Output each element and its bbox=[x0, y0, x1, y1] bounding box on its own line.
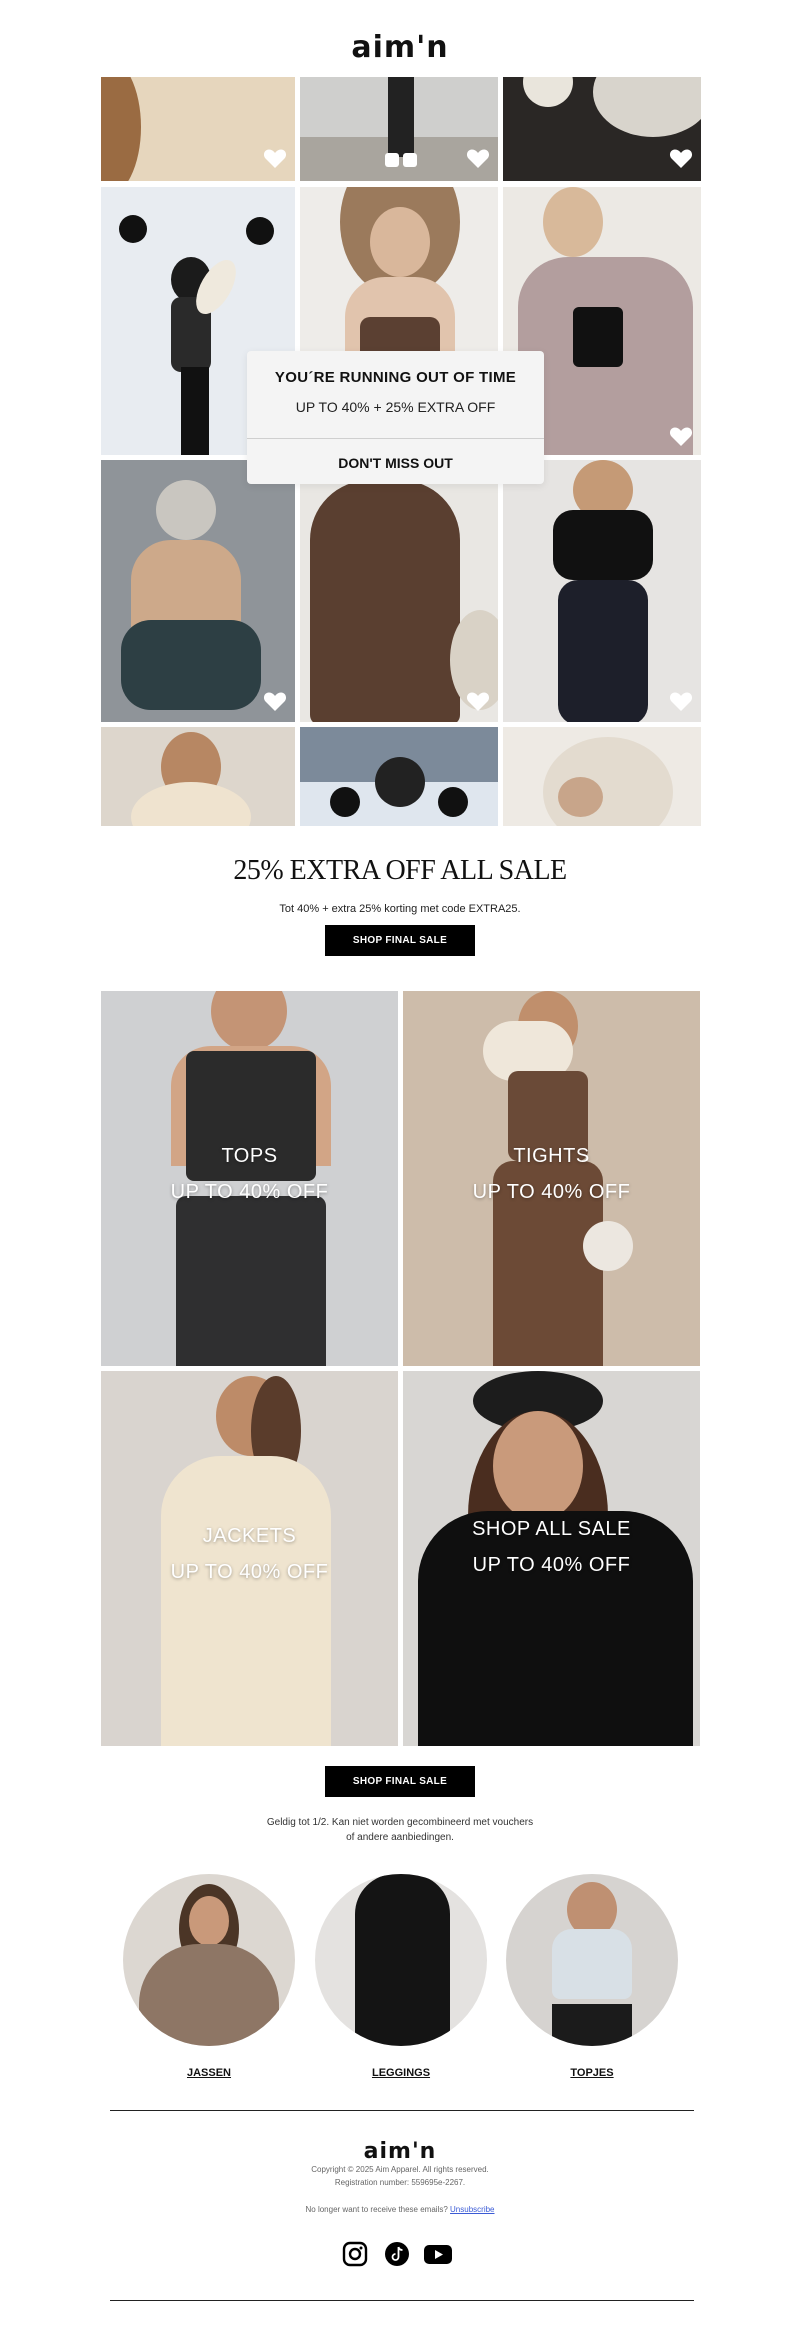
category-title: TIGHTS bbox=[513, 1145, 590, 1167]
footer-divider-bottom bbox=[110, 2300, 694, 2301]
shop-final-sale-button[interactable]: SHOP FINAL SALE bbox=[325, 925, 475, 956]
registration-text: Registration number: 559695e-2267. bbox=[334, 2178, 466, 2187]
category-tights[interactable]: TIGHTS UP TO 40% OFF bbox=[403, 991, 700, 1366]
category-jackets[interactable]: JACKETS UP TO 40% OFF bbox=[101, 1371, 398, 1746]
grid-photo-7[interactable] bbox=[101, 460, 295, 722]
promo-subline: Tot 40% + extra 25% korting met code EXT… bbox=[279, 903, 521, 915]
copyright-text: Copyright © 2025 Aim Apparel. All rights… bbox=[311, 2165, 489, 2174]
circle-topjes[interactable] bbox=[506, 1874, 678, 2046]
grid-photo-10[interactable] bbox=[101, 727, 295, 826]
footer-divider-top bbox=[110, 2110, 694, 2111]
grid-photo-9[interactable] bbox=[503, 460, 701, 722]
category-offer: UP TO 40% OFF bbox=[170, 1181, 329, 1203]
heart-icon[interactable] bbox=[669, 147, 693, 169]
category-offer: UP TO 40% OFF bbox=[170, 1561, 329, 1583]
heart-icon[interactable] bbox=[466, 690, 490, 712]
urgency-popup: YOU´RE RUNNING OUT OF TIME UP TO 40% + 2… bbox=[247, 351, 544, 484]
circle-leggings[interactable] bbox=[315, 1874, 487, 2046]
heart-icon[interactable] bbox=[263, 690, 287, 712]
brand-logo[interactable]: aim'n bbox=[0, 30, 800, 65]
terms-text: Geldig tot 1/2. Kan niet worden gecombin… bbox=[0, 1815, 800, 1845]
instagram-icon[interactable] bbox=[341, 2240, 369, 2268]
footer-logo[interactable]: aim'n bbox=[0, 2139, 800, 2164]
promo-headline: 25% EXTRA OFF ALL SALE bbox=[233, 855, 567, 886]
category-title: SHOP ALL SALE bbox=[472, 1518, 631, 1540]
popup-subheading: UP TO 40% + 25% EXTRA OFF bbox=[295, 399, 496, 415]
popup-divider bbox=[247, 438, 544, 439]
grid-photo-12[interactable] bbox=[503, 727, 701, 826]
category-title: TOPS bbox=[221, 1145, 278, 1167]
tiktok-icon[interactable] bbox=[383, 2240, 411, 2268]
grid-photo-3[interactable] bbox=[503, 77, 701, 181]
youtube-icon[interactable] bbox=[423, 2240, 453, 2268]
grid-photo-8[interactable] bbox=[300, 460, 498, 722]
grid-photo-11[interactable] bbox=[300, 727, 498, 826]
shop-final-sale-button-2[interactable]: SHOP FINAL SALE bbox=[325, 1766, 475, 1797]
heart-icon[interactable] bbox=[669, 690, 693, 712]
shop-link-topjes[interactable]: TOPJES bbox=[506, 2067, 678, 2079]
terms-line-1: Geldig tot 1/2. Kan niet worden gecombin… bbox=[266, 1817, 534, 1828]
shop-link-jassen[interactable]: JASSEN bbox=[123, 2067, 295, 2079]
category-all-sale[interactable]: SHOP ALL SALE UP TO 40% OFF bbox=[403, 1371, 700, 1746]
unsubscribe-row: No longer want to receive these emails? … bbox=[0, 2203, 800, 2216]
unsubscribe-prefix: No longer want to receive these emails? bbox=[305, 2205, 451, 2214]
circle-jassen[interactable] bbox=[123, 1874, 295, 2046]
category-tops[interactable]: TOPS UP TO 40% OFF bbox=[101, 991, 398, 1366]
shop-link-leggings[interactable]: LEGGINGS bbox=[315, 2067, 487, 2079]
heart-icon[interactable] bbox=[466, 147, 490, 169]
terms-line-2: of andere aanbiedingen. bbox=[346, 1832, 454, 1843]
heart-icon[interactable] bbox=[669, 425, 693, 447]
category-offer: UP TO 40% OFF bbox=[472, 1181, 631, 1203]
grid-photo-2[interactable] bbox=[300, 77, 498, 181]
category-title: JACKETS bbox=[202, 1525, 297, 1547]
unsubscribe-link[interactable]: Unsubscribe bbox=[450, 2205, 494, 2214]
heart-icon[interactable] bbox=[263, 147, 287, 169]
popup-heading: YOU´RE RUNNING OUT OF TIME bbox=[274, 369, 517, 386]
category-offer: UP TO 40% OFF bbox=[472, 1554, 631, 1576]
popup-cta-button[interactable]: DON'T MISS OUT bbox=[247, 455, 544, 471]
grid-photo-1[interactable] bbox=[101, 77, 295, 181]
